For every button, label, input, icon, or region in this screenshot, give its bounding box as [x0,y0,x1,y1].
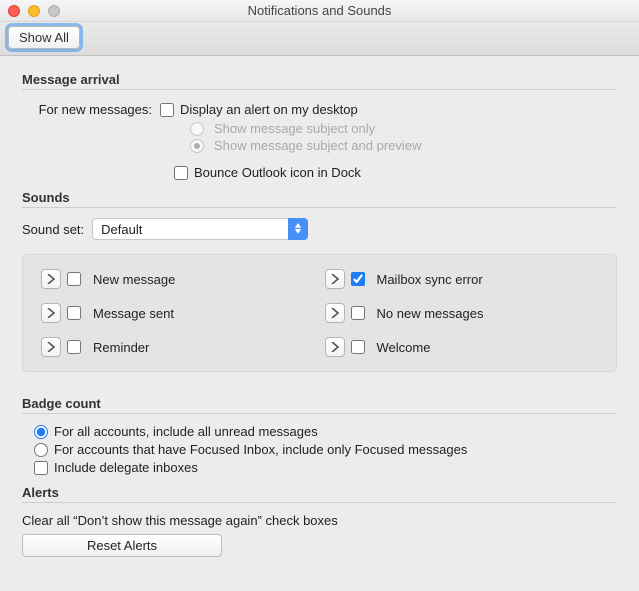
label-badge-focused: For accounts that have Focused Inbox, in… [54,442,467,457]
sound-item-no-new-messages: No new messages [325,303,599,323]
play-button[interactable] [325,303,345,323]
label-bounce-dock: Bounce Outlook icon in Dock [194,165,361,180]
checkbox-sound[interactable] [67,340,81,354]
chevron-right-icon [331,308,339,318]
section-sounds: Sounds Sound set: Default New message [22,190,617,372]
play-button[interactable] [325,269,345,289]
radio-subject-only [190,122,204,136]
play-button[interactable] [41,337,61,357]
checkbox-sound[interactable] [351,272,365,286]
select-sound-set[interactable]: Default [92,218,308,240]
show-all-button[interactable]: Show All [8,26,80,49]
label-clear-alerts: Clear all “Don’t show this message again… [22,513,617,528]
radio-badge-all[interactable] [34,425,48,439]
label-sound: Welcome [377,340,431,355]
chevron-right-icon [331,342,339,352]
divider [22,502,617,503]
checkbox-include-delegate[interactable] [34,461,48,475]
label-display-alert: Display an alert on my desktop [180,102,358,117]
window-title: Notifications and Sounds [248,3,392,18]
sound-item-welcome: Welcome [325,337,599,357]
checkbox-display-alert[interactable] [160,103,174,117]
section-message-arrival: Message arrival For new messages: Displa… [22,72,617,180]
checkbox-sound[interactable] [351,340,365,354]
label-sound: Mailbox sync error [377,272,483,287]
updown-icon [288,218,308,240]
label-sound: Reminder [93,340,149,355]
play-button[interactable] [325,337,345,357]
label-include-delegate: Include delegate inboxes [54,460,198,475]
sound-item-message-sent: Message sent [41,303,315,323]
checkbox-sound[interactable] [67,272,81,286]
chevron-right-icon [331,274,339,284]
label-sound: Message sent [93,306,174,321]
checkbox-sound[interactable] [67,306,81,320]
heading-message-arrival: Message arrival [22,72,617,87]
sounds-grid: New message Mailbox sync error Message s… [22,254,617,372]
sound-item-mailbox-sync-error: Mailbox sync error [325,269,599,289]
label-subject-preview: Show message subject and preview [214,138,421,153]
divider [22,207,617,208]
section-badge-count: Badge count For all accounts, include al… [22,396,617,475]
label-sound-set: Sound set: [22,222,84,237]
close-icon[interactable] [8,5,20,17]
window-controls [8,5,60,17]
sound-item-reminder: Reminder [41,337,315,357]
chevron-right-icon [47,342,55,352]
checkbox-sound[interactable] [351,306,365,320]
heading-sounds: Sounds [22,190,617,205]
label-for-new-messages: For new messages: [22,102,152,117]
reset-alerts-button[interactable]: Reset Alerts [22,534,222,557]
chevron-right-icon [47,308,55,318]
label-badge-all: For all accounts, include all unread mes… [54,424,318,439]
heading-badge-count: Badge count [22,396,617,411]
radio-subject-preview [190,139,204,153]
play-button[interactable] [41,303,61,323]
preferences-toolbar: Show All [0,22,639,56]
divider [22,413,617,414]
play-button[interactable] [41,269,61,289]
divider [22,89,617,90]
title-bar: Notifications and Sounds [0,0,639,22]
checkbox-bounce-dock[interactable] [174,166,188,180]
section-alerts: Alerts Clear all “Don’t show this messag… [22,485,617,557]
radio-badge-focused[interactable] [34,443,48,457]
minimize-icon[interactable] [28,5,40,17]
label-subject-only: Show message subject only [214,121,375,136]
zoom-icon [48,5,60,17]
sound-item-new-message: New message [41,269,315,289]
label-sound: New message [93,272,175,287]
label-sound: No new messages [377,306,484,321]
heading-alerts: Alerts [22,485,617,500]
chevron-right-icon [47,274,55,284]
select-sound-set-value: Default [101,222,142,237]
